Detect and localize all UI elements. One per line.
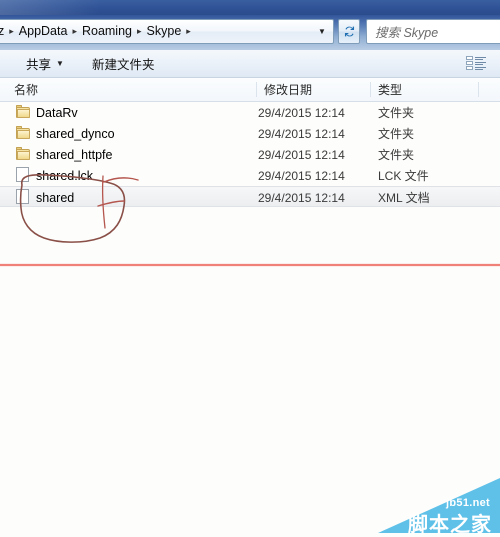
share-button[interactable]: 共享 ▼ bbox=[26, 50, 64, 77]
file-icon bbox=[16, 189, 31, 204]
table-row[interactable]: shared 29/4/2015 12:14 XML 文档 bbox=[0, 186, 500, 207]
file-type: LCK 文件 bbox=[378, 169, 429, 183]
breadcrumb-separator-2[interactable]: ▸ bbox=[135, 20, 144, 43]
file-date-modified: 29/4/2015 12:14 bbox=[258, 105, 345, 120]
file-date-modified: 29/4/2015 12:14 bbox=[258, 147, 345, 162]
breadcrumb-item-0[interactable]: z bbox=[0, 20, 7, 43]
chevron-down-icon: ▼ bbox=[56, 59, 64, 68]
folder-icon bbox=[16, 105, 31, 119]
file-type: 文件夹 bbox=[378, 127, 415, 141]
column-header-name[interactable]: 名称 bbox=[14, 78, 38, 101]
breadcrumb-item-1[interactable]: AppData bbox=[16, 20, 71, 43]
address-bar[interactable]: z ▸ AppData ▸ Roaming ▸ Skype ▸ ▼ bbox=[0, 19, 334, 44]
table-row[interactable]: shared_httpfe 29/4/2015 12:14 文件夹 bbox=[0, 144, 500, 165]
file-type: 文件夹 bbox=[378, 106, 415, 120]
file-name: shared bbox=[36, 190, 75, 205]
refresh-button[interactable] bbox=[338, 19, 360, 44]
file-name: shared_httpfe bbox=[36, 147, 113, 162]
title-bar-gloss bbox=[0, 0, 100, 15]
column-header-row: 名称 修改日期 类型 bbox=[0, 78, 500, 102]
column-header-type[interactable]: 类型 bbox=[378, 78, 402, 101]
window-title-bar bbox=[0, 0, 500, 15]
table-row[interactable]: shared_dynco 29/4/2015 12:14 文件夹 bbox=[0, 123, 500, 144]
file-name: DataRv bbox=[36, 105, 78, 120]
folder-icon bbox=[16, 126, 31, 140]
file-name: shared.lck bbox=[36, 168, 93, 183]
view-options-button[interactable] bbox=[466, 56, 488, 71]
new-folder-label: 新建文件夹 bbox=[92, 58, 155, 72]
table-row[interactable]: shared.lck 29/4/2015 12:14 LCK 文件 bbox=[0, 165, 500, 186]
folder-icon bbox=[16, 147, 31, 161]
breadcrumb-item-3[interactable]: Skype bbox=[144, 20, 185, 43]
breadcrumb-separator-1[interactable]: ▸ bbox=[70, 20, 79, 43]
file-date-modified: 29/4/2015 12:14 bbox=[258, 168, 345, 183]
table-row[interactable]: DataRv 29/4/2015 12:14 文件夹 bbox=[0, 102, 500, 123]
search-placeholder: 搜索 Skype bbox=[375, 26, 439, 40]
chevron-down-icon[interactable]: ▼ bbox=[313, 22, 331, 41]
file-name: shared_dynco bbox=[36, 126, 115, 141]
breadcrumb-separator-0[interactable]: ▸ bbox=[7, 20, 16, 43]
breadcrumb-item-2[interactable]: Roaming bbox=[79, 20, 135, 43]
share-label: 共享 bbox=[26, 58, 52, 72]
file-type: 文件夹 bbox=[378, 148, 415, 162]
file-icon bbox=[16, 167, 31, 182]
column-header-date-modified[interactable]: 修改日期 bbox=[264, 78, 312, 101]
file-date-modified: 29/4/2015 12:14 bbox=[258, 190, 345, 205]
search-input[interactable]: 搜索 Skype bbox=[366, 19, 500, 44]
file-list: DataRv 29/4/2015 12:14 文件夹 shared_dynco … bbox=[0, 102, 500, 207]
toolbar: 共享 ▼ 新建文件夹 bbox=[0, 50, 500, 78]
file-date-modified: 29/4/2015 12:14 bbox=[258, 126, 345, 141]
address-bar-row: z ▸ AppData ▸ Roaming ▸ Skype ▸ ▼ 搜索 Sky… bbox=[0, 15, 500, 50]
refresh-icon bbox=[344, 26, 354, 37]
file-type: XML 文档 bbox=[378, 191, 430, 205]
new-folder-button[interactable]: 新建文件夹 bbox=[92, 50, 155, 77]
breadcrumb-separator-3[interactable]: ▸ bbox=[184, 20, 193, 43]
